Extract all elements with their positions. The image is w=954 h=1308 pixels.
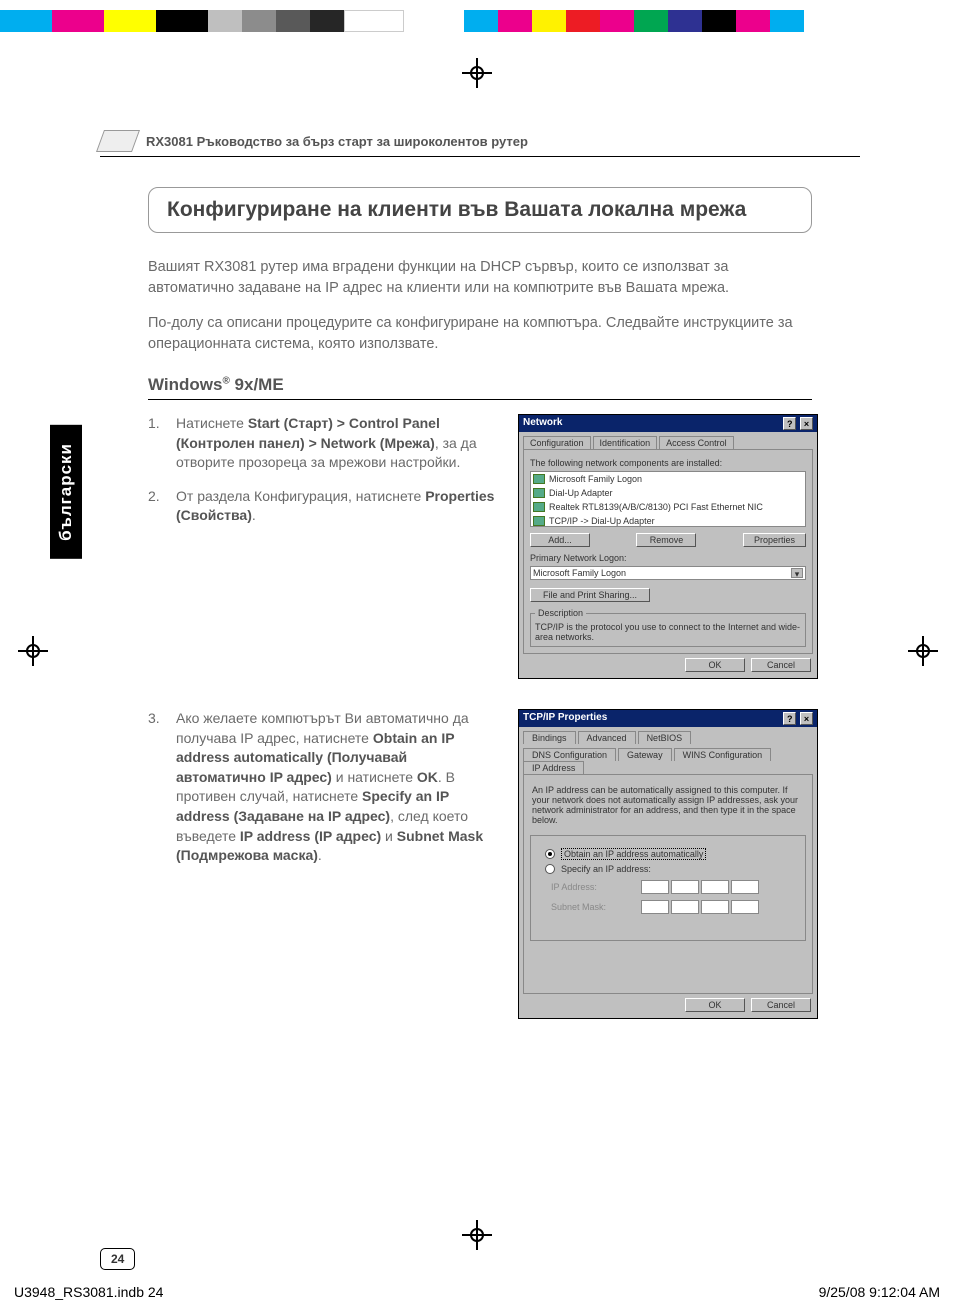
remove-button[interactable]: Remove	[636, 533, 696, 547]
primary-logon-dropdown[interactable]: Microsoft Family Logon ▾	[530, 566, 806, 580]
tcpip-dialog: TCP/IP Properties ? × Bindings Advanced …	[518, 709, 818, 1019]
tab-bindings[interactable]: Bindings	[523, 731, 576, 744]
components-label: The following network components are ins…	[530, 458, 806, 468]
steps-list-b: 3. Ако желаете компютърът Ви автоматично…	[148, 709, 498, 1019]
components-listbox[interactable]: Microsoft Family Logon Dial-Up Adapter R…	[530, 471, 806, 527]
dialog-tabs: Configuration Identification Access Cont…	[523, 436, 813, 449]
network-item-icon	[533, 502, 545, 512]
section-title: Конфигуриране на клиенти във Вашата лока…	[148, 187, 812, 233]
subnet-field: Subnet Mask:	[551, 900, 785, 914]
primary-logon-label: Primary Network Logon:	[530, 553, 806, 563]
tab-access-control[interactable]: Access Control	[659, 436, 734, 449]
network-item-icon	[533, 474, 545, 484]
close-button[interactable]: ×	[800, 417, 813, 430]
help-button[interactable]: ?	[783, 712, 796, 725]
ok-button[interactable]: OK	[685, 998, 745, 1012]
radio-obtain-auto[interactable]: Obtain an IP address automatically	[545, 848, 791, 860]
os-subheading: Windows® 9x/ME	[148, 375, 812, 400]
dialog-titlebar: TCP/IP Properties ? ×	[519, 710, 817, 727]
tab-ip-address[interactable]: IP Address	[523, 761, 584, 774]
ip-input[interactable]	[641, 880, 759, 894]
file-print-sharing-button[interactable]: File and Print Sharing...	[530, 588, 650, 602]
registration-mark-icon	[18, 636, 48, 666]
step-item: 1. Натиснете Start (Старт) > Control Pan…	[148, 414, 498, 473]
page-header: RX3081 Ръководство за бърз старт за широ…	[100, 130, 860, 157]
radio-specify[interactable]: Specify an IP address:	[545, 864, 791, 874]
tab-identification[interactable]: Identification	[593, 436, 658, 449]
dialog-panel: The following network components are ins…	[523, 449, 813, 654]
doc-title: RX3081 Ръководство за бърз старт за широ…	[146, 134, 528, 149]
description-group: Description TCP/IP is the protocol you u…	[530, 608, 806, 647]
cancel-button[interactable]: Cancel	[751, 998, 811, 1012]
tab-configuration[interactable]: Configuration	[523, 436, 591, 449]
registration-mark-icon	[462, 58, 492, 88]
ip-address-field: IP Address:	[551, 880, 785, 894]
router-icon	[96, 130, 140, 152]
tab-netbios[interactable]: NetBIOS	[638, 731, 692, 744]
info-text: An IP address can be automatically assig…	[532, 785, 804, 825]
subnet-input[interactable]	[641, 900, 759, 914]
registration-mark-icon	[908, 636, 938, 666]
print-color-bar	[0, 10, 954, 32]
registration-mark-icon	[462, 1220, 492, 1250]
step-item: 3. Ако желаете компютърът Ви автоматично…	[148, 709, 498, 866]
close-button[interactable]: ×	[800, 712, 813, 725]
tab-gateway[interactable]: Gateway	[618, 748, 672, 761]
chevron-down-icon: ▾	[791, 568, 803, 578]
page-content: български RX3081 Ръководство за бърз ста…	[100, 130, 860, 1190]
print-footer: U3948_RS3081.indb 24 9/25/08 9:12:04 AM	[14, 1284, 940, 1300]
dialog-panel: An IP address can be automatically assig…	[523, 774, 813, 994]
intro-paragraph-1: Вашият RX3081 рутер има вградени функции…	[148, 257, 812, 299]
properties-button[interactable]: Properties	[743, 533, 806, 547]
language-tab: български	[50, 425, 82, 559]
tab-dns[interactable]: DNS Configuration	[523, 748, 616, 761]
footer-right: 9/25/08 9:12:04 AM	[819, 1284, 940, 1300]
add-button[interactable]: Add...	[530, 533, 590, 547]
dialog-title: Network	[523, 417, 562, 430]
page-number: 24	[100, 1248, 135, 1270]
radio-icon	[545, 864, 555, 874]
network-dialog: Network ? × Configuration Identification…	[518, 414, 818, 679]
dialog-titlebar: Network ? ×	[519, 415, 817, 432]
footer-left: U3948_RS3081.indb 24	[14, 1284, 163, 1300]
network-item-icon	[533, 488, 545, 498]
section-title-text: Конфигуриране на клиенти във Вашата лока…	[167, 198, 793, 222]
ok-button[interactable]: OK	[685, 658, 745, 672]
cancel-button[interactable]: Cancel	[751, 658, 811, 672]
help-button[interactable]: ?	[783, 417, 796, 430]
steps-list-a: 1. Натиснете Start (Старт) > Control Pan…	[148, 414, 498, 679]
network-item-icon	[533, 516, 545, 526]
tab-advanced[interactable]: Advanced	[578, 731, 636, 744]
dialog-title: TCP/IP Properties	[523, 712, 607, 725]
tab-wins[interactable]: WINS Configuration	[674, 748, 772, 761]
intro-paragraph-2: По-долу са описани процедурите са конфиг…	[148, 313, 812, 355]
step-item: 2. От раздела Конфигурация, натиснете Pr…	[148, 487, 498, 526]
radio-icon	[545, 849, 555, 859]
